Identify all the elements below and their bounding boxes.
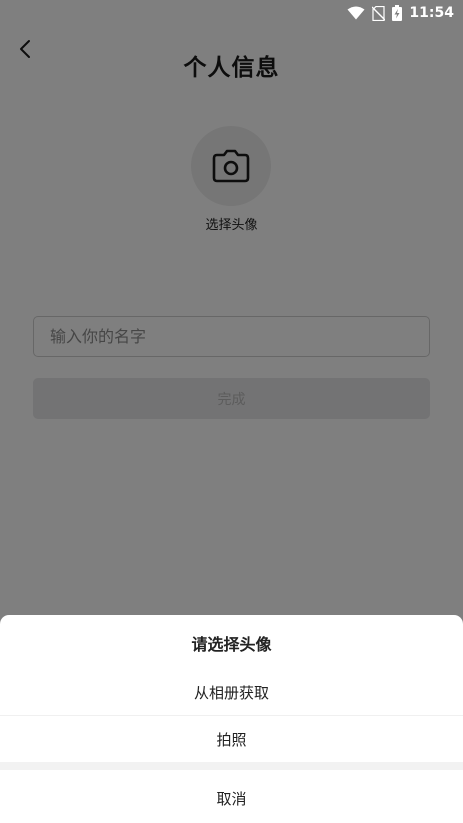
screen: 个人信息 选择头像 完成 11:54 请选择头像 从相册获取 拍照 取	[0, 0, 463, 823]
sheet-title: 请选择头像	[191, 635, 272, 654]
status-bar: 11:54	[0, 0, 463, 26]
no-sim-icon	[372, 5, 386, 21]
avatar-action-sheet: 请选择头像 从相册获取 拍照 取消	[0, 615, 463, 823]
choose-from-album-option[interactable]: 从相册获取	[0, 669, 463, 715]
wifi-icon	[347, 6, 365, 20]
sheet-separator	[0, 762, 463, 770]
take-photo-option[interactable]: 拍照	[0, 716, 463, 762]
cancel-option[interactable]: 取消	[0, 774, 463, 822]
battery-charging-icon	[392, 5, 403, 21]
status-time: 11:54	[409, 5, 454, 21]
